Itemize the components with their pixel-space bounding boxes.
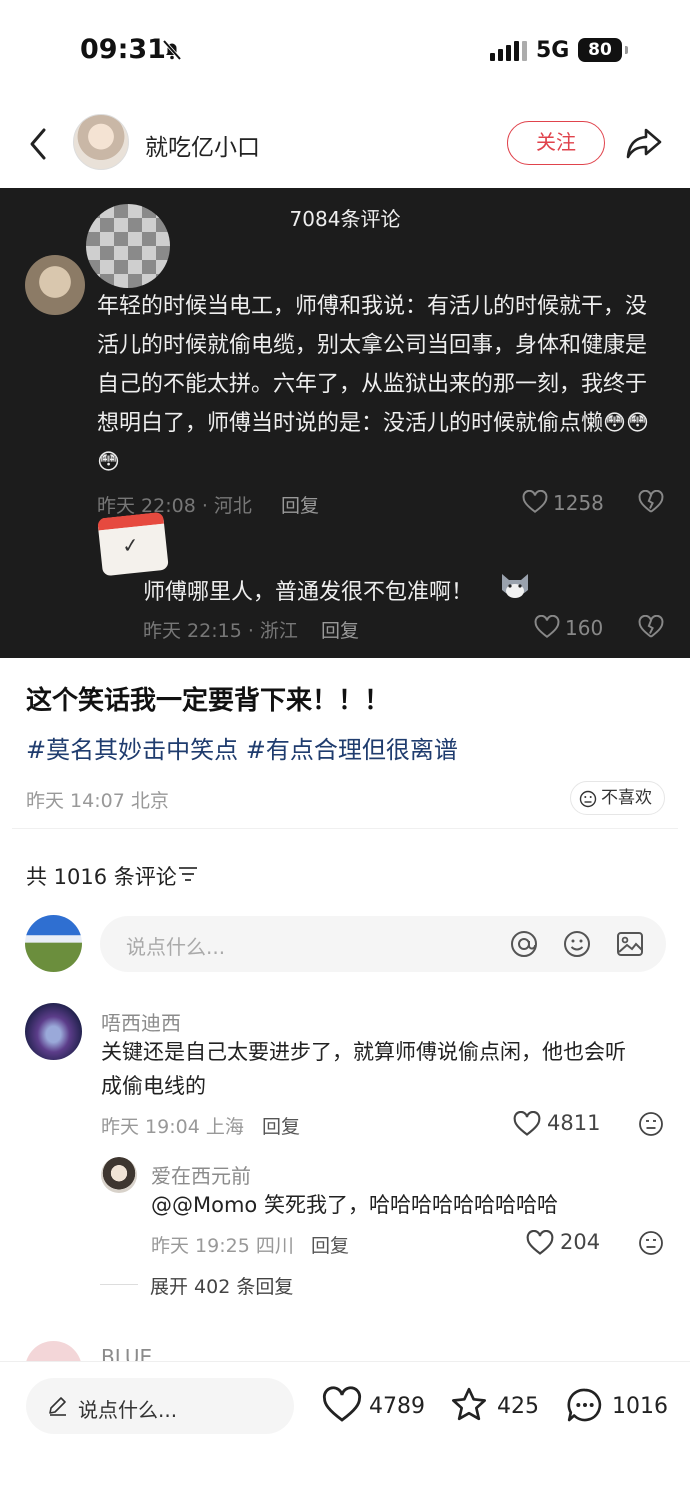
image-comment-text: 年轻的时候当电工，师傅和我说：有活儿的时候就干，没活儿的时候就偷电缆，别太拿公司… xyxy=(97,294,649,475)
comment-text: 关键还是自己太要进步了，就算师傅说偷点闲，他也会听 xyxy=(101,1040,626,1064)
expand-divider xyxy=(100,1284,138,1285)
follow-button[interactable]: 关注 xyxy=(507,121,605,165)
divider xyxy=(12,828,678,829)
battery-icon: 80 xyxy=(578,38,628,62)
reply-text: @@Momo 笑死我了，哈哈哈哈哈哈哈哈哈 xyxy=(151,1193,558,1217)
reply-reply-button[interactable]: 回复 xyxy=(311,1231,349,1258)
back-icon[interactable] xyxy=(24,124,54,164)
like-count: 4789 xyxy=(369,1394,425,1419)
heart-icon[interactable] xyxy=(513,1111,541,1137)
star-icon[interactable] xyxy=(449,1385,489,1425)
comment-meta: 昨天 19:04 上海 xyxy=(101,1116,244,1138)
dog-emoji-icon xyxy=(502,574,528,598)
user-avatar xyxy=(25,915,82,972)
signal-icon xyxy=(490,41,527,61)
post-meta: 昨天 14:07 北京 xyxy=(26,790,169,812)
comment-input-placeholder[interactable]: 说点什么... xyxy=(126,931,225,960)
commenter-name[interactable]: 唔西迪西 xyxy=(101,1007,181,1036)
dislike-face-icon[interactable] xyxy=(638,1230,664,1256)
broken-heart-icon xyxy=(638,615,664,638)
mention-icon[interactable] xyxy=(509,929,539,959)
calendar-sticker xyxy=(97,511,169,577)
author-name[interactable]: 就吃亿小口 xyxy=(145,128,260,162)
reply-button[interactable]: 回复 xyxy=(262,1112,300,1139)
image-reply-meta: 昨天 22:15 · 浙江 xyxy=(143,620,298,642)
expand-replies-button[interactable]: 展开 402 条回复 xyxy=(150,1272,293,1299)
dislike-label: 不喜欢 xyxy=(601,788,652,808)
heart-icon xyxy=(534,615,560,638)
image-comment-likes: 1258 xyxy=(553,491,604,515)
author-avatar[interactable] xyxy=(73,114,129,170)
status-time: 09:31 xyxy=(80,34,166,65)
reply-name[interactable]: 爱在西元前 xyxy=(151,1160,251,1189)
image-commenter-avatar xyxy=(25,255,85,315)
comment-text-continued: 成偷电线的 xyxy=(101,1074,206,1098)
comment-icon[interactable] xyxy=(565,1385,605,1425)
bottom-input-placeholder[interactable]: 说点什么... xyxy=(78,1394,177,1423)
image-comment-meta: 昨天 22:08 · 河北 xyxy=(97,495,252,517)
post-title: 这个笑话我一定要背下来！！！ xyxy=(26,686,391,716)
heart-icon[interactable] xyxy=(526,1230,554,1256)
image-reply-likes: 160 xyxy=(565,616,604,640)
star-count: 425 xyxy=(497,1394,539,1419)
comment-count: 共 1016 条评论 xyxy=(26,865,177,889)
image-icon[interactable] xyxy=(615,929,645,959)
commenter-avatar[interactable] xyxy=(25,1003,82,1060)
bell-muted-icon xyxy=(162,39,182,61)
pencil-icon xyxy=(49,1397,66,1416)
broken-heart-icon xyxy=(638,490,664,513)
share-icon[interactable] xyxy=(624,124,664,162)
post-tags[interactable]: #莫名其妙击中笑点 #有点合理但很离谱 xyxy=(26,730,458,765)
heart-icon xyxy=(522,490,548,513)
reply-avatar[interactable] xyxy=(101,1157,137,1193)
sort-icon[interactable] xyxy=(178,865,198,883)
dislike-button[interactable]: 不喜欢 xyxy=(570,781,665,815)
neutral-face-icon xyxy=(579,790,597,808)
image-reply-button: 回复 xyxy=(281,495,320,517)
network-label: 5G xyxy=(536,38,570,63)
image-reply-text: 师傅哪里人，普通发很不包准啊！ xyxy=(143,580,474,605)
comment-total: 1016 xyxy=(612,1394,668,1419)
emoji-icon[interactable] xyxy=(562,929,592,959)
image-reply-reply-button: 回复 xyxy=(321,620,360,642)
dislike-face-icon[interactable] xyxy=(638,1111,664,1137)
reply-meta: 昨天 19:25 四川 xyxy=(151,1235,294,1257)
comment-likes: 4811 xyxy=(547,1111,601,1135)
like-icon[interactable] xyxy=(322,1386,362,1424)
reply-likes: 204 xyxy=(560,1230,601,1254)
blurred-avatar xyxy=(86,204,170,288)
